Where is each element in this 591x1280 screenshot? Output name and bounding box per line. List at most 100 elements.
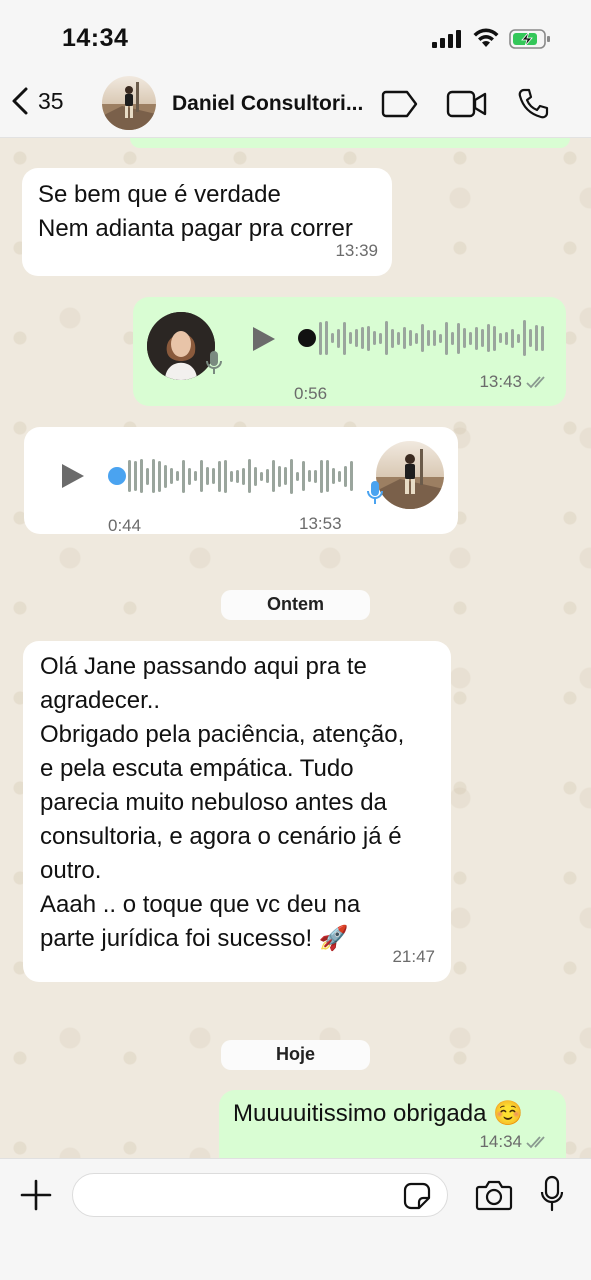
waveform-bar <box>343 321 346 355</box>
waveform-bar <box>385 321 388 355</box>
phone-icon[interactable] <box>516 87 550 121</box>
message-line: consultoria, e agora o cenário já é <box>40 823 402 850</box>
waveform-bar <box>176 471 179 481</box>
sender-avatar <box>376 441 444 509</box>
message-line: Olá Jane passando aqui pra te <box>40 653 367 680</box>
waveform-bar <box>218 460 221 492</box>
back-chevron-icon <box>12 87 28 115</box>
message-time: 13:43 <box>479 372 522 391</box>
message-input[interactable] <box>72 1173 448 1217</box>
waveform-bar <box>188 467 191 485</box>
waveform-bar <box>128 460 131 492</box>
battery-icon <box>509 29 550 49</box>
message-text: Nem adianta pagar pra correr <box>38 215 353 242</box>
play-icon[interactable] <box>251 325 277 353</box>
microphone-icon <box>206 351 222 374</box>
message-outgoing[interactable]: Muuuuitissimo obrigada ☺️ 14:34 <box>219 1090 566 1158</box>
voice-waveform[interactable] <box>319 318 544 358</box>
waveform-bar <box>535 325 538 351</box>
waveform-bar <box>451 331 454 345</box>
date-divider: Ontem <box>221 590 370 620</box>
message-line: parte jurídica foi sucesso! 🚀 <box>40 925 349 952</box>
message-line: outro. <box>40 857 102 884</box>
waveform-bar <box>314 469 317 483</box>
waveform-bar <box>463 328 466 348</box>
message-line: e pela escuta empática. Tudo <box>40 755 354 782</box>
waveform-bar <box>158 460 161 492</box>
waveform-bar <box>212 468 215 484</box>
waveform-bar <box>320 459 323 493</box>
waveform-bar <box>248 459 251 493</box>
message-text: Se bem que é verdade <box>38 181 281 208</box>
waveform-bar <box>475 326 478 350</box>
waveform-bar <box>421 324 424 352</box>
voice-duration: 0:44 <box>108 516 142 535</box>
waveform-bar <box>439 333 442 343</box>
waveform-bar <box>379 332 382 344</box>
message-incoming[interactable]: Olá Jane passando aqui pra te agradecer..… <box>23 641 451 982</box>
waveform-bar <box>326 460 329 492</box>
voice-message-incoming[interactable]: 0:44 13:53 <box>24 427 458 535</box>
read-receipt-icon <box>526 1136 545 1149</box>
read-receipt-icon <box>526 376 545 389</box>
waveform-bar <box>499 333 502 343</box>
message-time: 13:53 <box>299 514 342 533</box>
waveform-bar <box>511 328 514 348</box>
plus-icon[interactable] <box>20 1179 52 1211</box>
waveform-bar <box>529 329 532 347</box>
waveform-bar <box>194 471 197 481</box>
waveform-bar <box>284 467 287 485</box>
waveform-bar <box>415 332 418 344</box>
voice-duration: 0:56 <box>294 384 328 403</box>
waveform-bar <box>266 469 269 483</box>
camera-icon[interactable] <box>475 1179 513 1211</box>
back-button[interactable]: 35 <box>10 86 64 116</box>
playback-scrubber[interactable] <box>108 467 126 485</box>
microphone-icon[interactable] <box>539 1175 565 1213</box>
waveform-bar <box>134 461 137 491</box>
waveform-bar <box>350 461 353 491</box>
waveform-bar <box>481 329 484 347</box>
waveform-bar <box>325 321 328 355</box>
microphone-icon <box>367 481 383 504</box>
voice-waveform[interactable] <box>128 456 353 496</box>
waveform-bar <box>236 469 239 483</box>
video-call-icon[interactable] <box>446 90 488 118</box>
waveform-bar <box>164 464 167 488</box>
waveform-bar <box>457 322 460 354</box>
waveform-bar <box>200 460 203 492</box>
waveform-bar <box>349 332 352 344</box>
waveform-bar <box>140 459 143 493</box>
waveform-bar <box>146 467 149 485</box>
waveform-bar <box>182 459 185 493</box>
waveform-bar <box>487 324 490 352</box>
message-text: Olá Jane passando aqui pra te agradecer..… <box>40 650 434 956</box>
waveform-bar <box>391 328 394 348</box>
waveform-bar <box>224 459 227 493</box>
waveform-bar <box>332 468 335 484</box>
waveform-bar <box>427 330 430 346</box>
contact-name[interactable]: Daniel Consultori... <box>172 92 363 116</box>
date-divider: Hoje <box>221 1040 370 1070</box>
playback-scrubber[interactable] <box>298 329 316 347</box>
waveform-bar <box>260 471 263 481</box>
sticker-icon[interactable] <box>403 1182 431 1210</box>
chat-header: 35 Daniel Consultori... <box>0 70 591 138</box>
message-time: 21:47 <box>392 947 435 966</box>
message-line: Obrigado pela paciência, atenção, <box>40 721 405 748</box>
voice-message-outgoing[interactable]: 0:56 13:43 <box>133 297 566 406</box>
waveform-bar <box>319 321 322 355</box>
tag-icon[interactable] <box>381 90 419 118</box>
waveform-bar <box>308 470 311 482</box>
play-icon[interactable] <box>60 462 86 490</box>
wifi-icon <box>473 28 499 47</box>
avatar-photo <box>102 82 156 130</box>
waveform-bar <box>206 467 209 485</box>
waveform-bar <box>338 470 341 482</box>
message-incoming[interactable]: Se bem que é verdade Nem adianta pagar p… <box>22 168 392 276</box>
message-line: parecia muito nebuloso antes da <box>40 789 387 816</box>
waveform-bar <box>361 327 364 349</box>
contact-avatar[interactable] <box>102 76 156 130</box>
waveform-bar <box>344 465 347 487</box>
waveform-bar <box>152 459 155 493</box>
